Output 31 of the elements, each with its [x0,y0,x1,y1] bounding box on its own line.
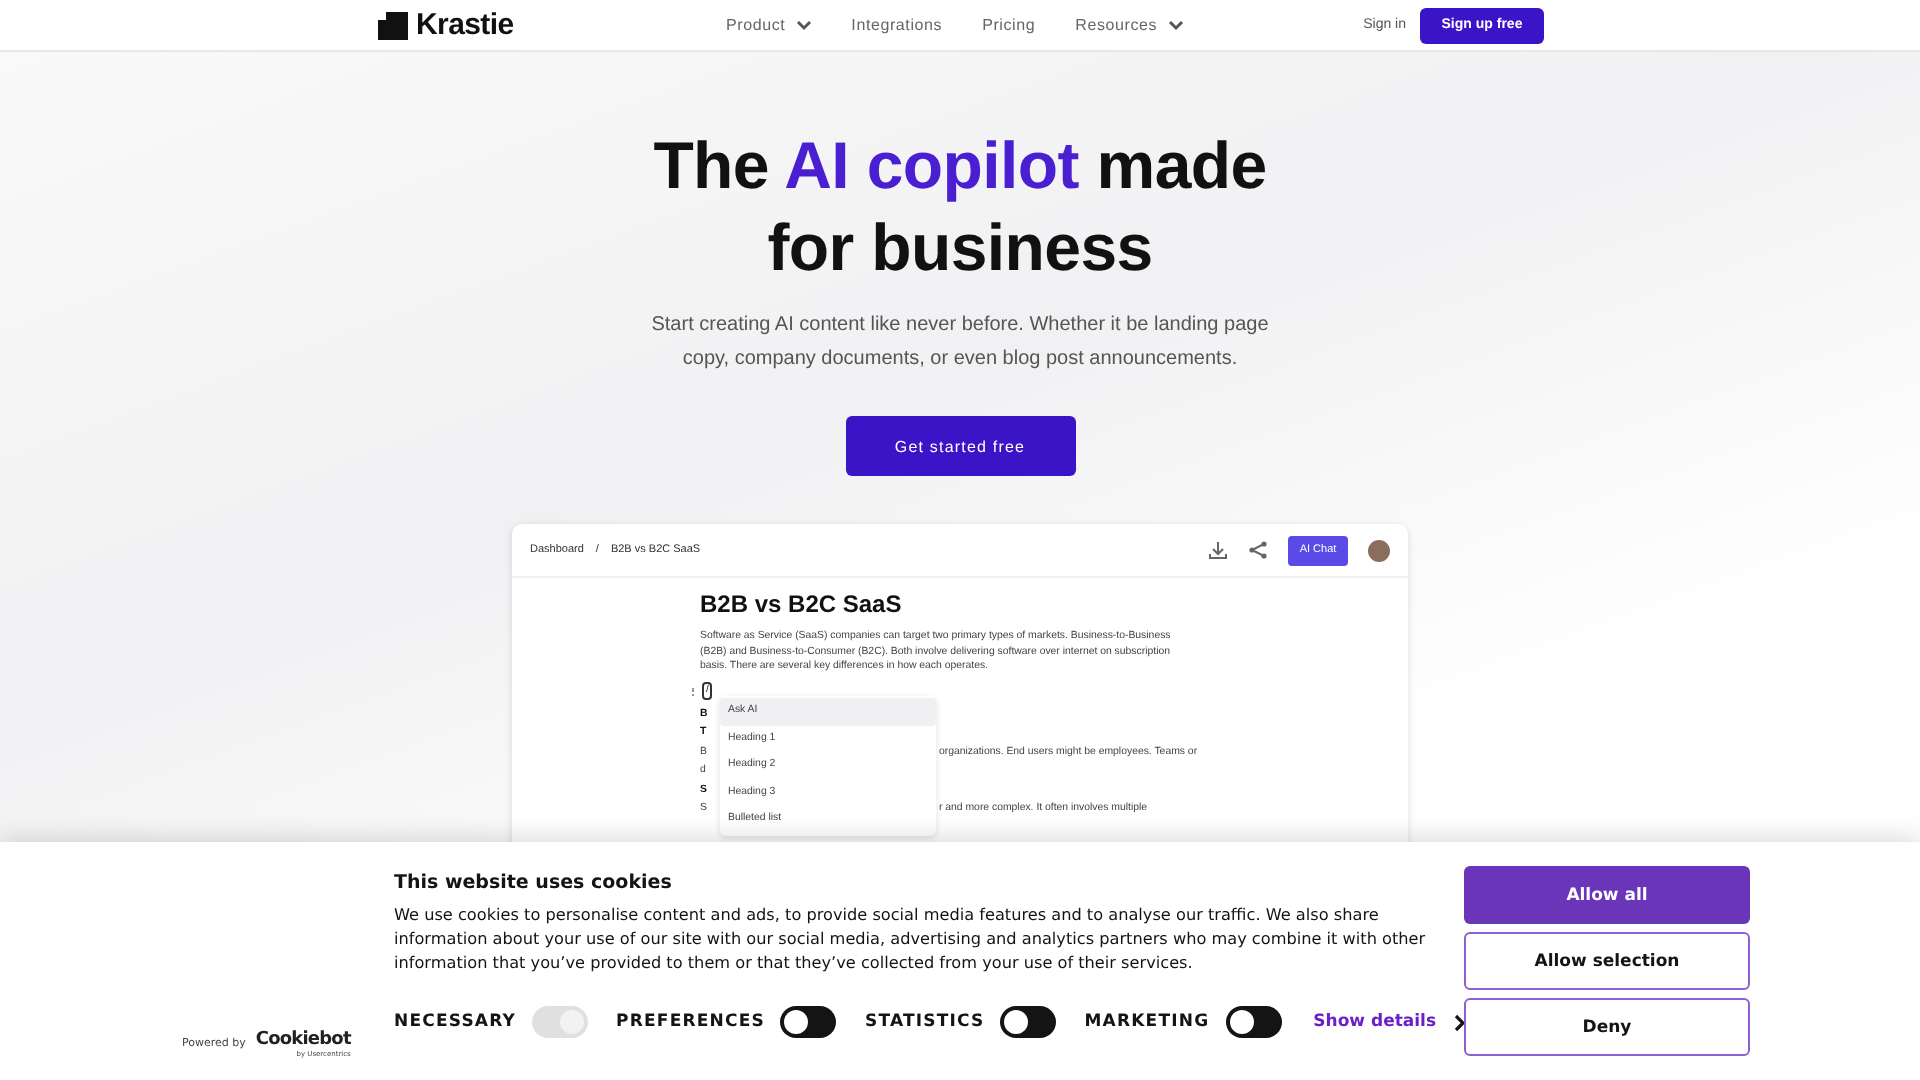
chevron-right-icon [1454,1013,1467,1031]
toggle-label: NECESSARY [394,1012,517,1032]
avatar[interactable] [1368,539,1390,561]
logo-icon [378,11,408,39]
allow-all-button[interactable]: Allow all [1464,866,1750,924]
nav-link[interactable]: Pricing [982,16,1036,34]
cookiebot-logo-text: Cookiebot [255,1031,351,1049]
get-started-button[interactable]: Get started free [845,416,1075,476]
document-title: B2B vs B2C SaaS [700,590,904,618]
download-icon[interactable] [1208,540,1228,560]
nav-link[interactable]: Resources [1075,16,1184,34]
chevron-down-icon [1167,19,1184,31]
toggle-label: STATISTICS [864,1012,985,1032]
consent-button[interactable]: Deny [1464,998,1750,1056]
toggle-switch[interactable] [1000,1006,1057,1038]
chevron-down-icon [795,19,812,31]
drag-handle-icon[interactable] [692,687,696,696]
nav-link[interactable]: Product [726,16,812,34]
hero-title: The AI copilot made for business [651,126,1269,288]
toggle-switch[interactable] [1225,1006,1282,1038]
cookie-text: We use cookies to personalise content and ads, to provide social media features and to analyse our traffic. We also share information about your use of our site with our social media, advertising and analytics partners who may combine it with other information that you’ve provided to them or that they’ve collected from your use of their services. [394,902,1428,974]
nav-link[interactable]: Integrations [851,16,943,34]
share-icon[interactable] [1248,540,1268,560]
toggle-label: PREFERENCES [616,1012,765,1032]
hero-subtitle: Start creating AI content like never before. Whether it be landing page copy, company documents, or even blog post announcements. [650,312,1270,374]
toggle-switch[interactable] [780,1006,837,1038]
logo-text[interactable]: Krastie [416,8,514,42]
show-details-link[interactable]: Show details [1313,1012,1467,1032]
consent-button[interactable]: Allow selection [1464,932,1750,990]
cookie-title: This website uses cookies [394,872,674,894]
toggle-label: MARKETING [1084,1012,1210,1032]
